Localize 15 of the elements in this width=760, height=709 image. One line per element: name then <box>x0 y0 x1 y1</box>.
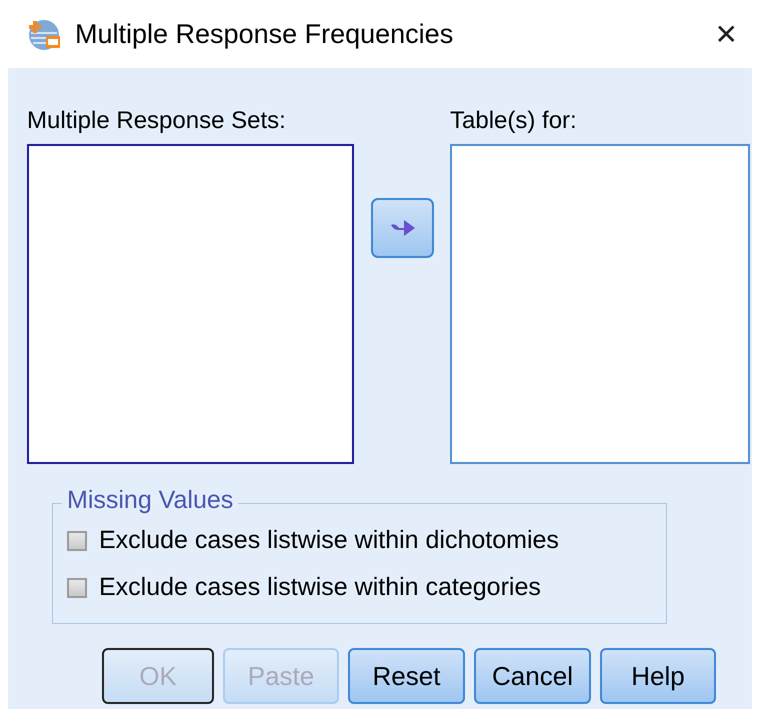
arrow-icon <box>390 217 414 239</box>
move-button[interactable] <box>371 198 434 258</box>
window-title: Multiple Response Frequencies <box>75 18 454 50</box>
app-icon <box>27 17 63 51</box>
checkbox-label[interactable]: Exclude cases listwise within categories <box>99 573 541 602</box>
list-label: Multiple Response Sets: <box>27 106 287 136</box>
dialog-button[interactable]: Help <box>600 648 716 704</box>
dialog-button[interactable]: Cancel <box>474 648 591 704</box>
close-button[interactable]: ✕ <box>710 18 742 50</box>
list-label: Table(s) for: <box>450 106 578 136</box>
checkbox[interactable] <box>67 530 87 550</box>
checkbox-label[interactable]: Exclude cases listwise within dichotomies <box>99 526 559 555</box>
variable-list[interactable] <box>27 144 354 464</box>
dialog-button[interactable]: Reset <box>348 648 465 704</box>
checkbox[interactable] <box>67 578 87 598</box>
